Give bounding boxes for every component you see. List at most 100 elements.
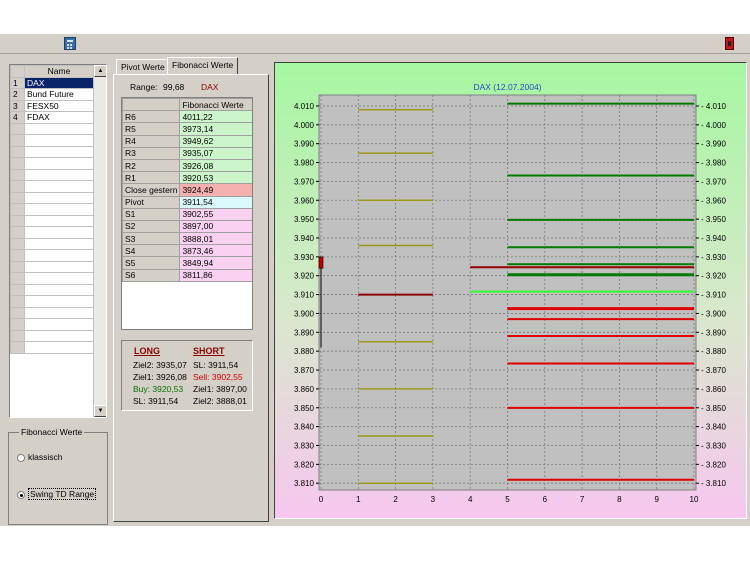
x-tick-label: 2 [393, 495, 398, 504]
y-tick-label-left: 3.870 [294, 366, 315, 375]
fib-row-value: 3849,94 [179, 256, 252, 270]
fib-row: R6 4011,22 [122, 110, 252, 124]
y-tick-label-left: 3.910 [294, 291, 315, 300]
list-header-name: Name [24, 65, 94, 78]
fib-row: S6 3811,86 [122, 268, 252, 282]
list-item[interactable]: 2 Bund Future [10, 88, 94, 101]
list-item-empty[interactable] [10, 214, 94, 227]
fib-row-value: 3811,86 [179, 268, 252, 282]
fib-row: R1 3920,53 [122, 171, 252, 185]
list-item-empty[interactable] [10, 145, 94, 158]
instrument-list[interactable]: Name 1 DAX 2 Bund Future 3 FESX50 4 FDAX ▲ ▼ [9, 64, 107, 418]
fib-row: S5 3849,94 [122, 256, 252, 270]
fib-row-label: S4 [122, 244, 181, 258]
list-item-empty[interactable] [10, 122, 94, 135]
x-tick-label: 4 [468, 495, 473, 504]
list-item-empty[interactable] [10, 329, 94, 342]
list-item-empty[interactable] [10, 226, 94, 239]
y-tick-label-left: 3.900 [294, 309, 315, 318]
fib-mode-group: Fibonacci Werte klassisch Swing TD Range [8, 427, 108, 525]
list-item-empty[interactable] [10, 260, 94, 273]
fib-row-label: R1 [122, 171, 181, 185]
fib-row-value: 3888,01 [179, 232, 252, 246]
calculator-icon[interactable] [64, 37, 76, 50]
tab-fibonacci-werte[interactable]: Fibonacci Werte [167, 57, 239, 75]
list-item-empty[interactable] [10, 180, 94, 193]
list-item-empty[interactable] [10, 306, 94, 319]
list-item[interactable]: 1 DAX [10, 76, 94, 89]
fib-row: Pivot 3911,54 [122, 195, 252, 209]
list-item-index: 4 [10, 111, 25, 124]
x-tick-label: 7 [580, 495, 585, 504]
y-tick-label-left: 4.000 [294, 121, 315, 130]
y-tick-label-right: - 3.940 [701, 234, 726, 243]
list-item[interactable]: 4 FDAX [10, 111, 94, 124]
y-tick-label-left: 3.950 [294, 215, 315, 224]
y-tick-label-left: 3.980 [294, 159, 315, 168]
fib-row-label: S1 [122, 207, 181, 221]
list-item[interactable]: 3 FESX50 [10, 99, 94, 112]
fib-row-value: 3973,14 [179, 122, 252, 136]
y-tick-label-right: - 3.920 [701, 272, 726, 281]
candle-body [318, 256, 324, 269]
y-tick-label-left: 3.890 [294, 328, 315, 337]
short-ziel1: Ziel1: 3897,00 [193, 384, 247, 394]
list-item-empty[interactable] [10, 168, 94, 181]
y-tick-label-right: - 3.840 [701, 423, 726, 432]
fib-row-label: R6 [122, 110, 181, 124]
list-corner [10, 65, 25, 78]
long-title: LONG [134, 346, 160, 356]
fib-row-value: 3902,55 [179, 207, 252, 221]
list-item-empty[interactable] [10, 341, 94, 354]
y-tick-label-left: 4.010 [294, 102, 315, 111]
tab-pivot-werte[interactable]: Pivot Werte [116, 59, 170, 74]
list-scrollbar[interactable]: ▲ ▼ [93, 65, 106, 417]
long-buy: Buy: 3920,53 [133, 384, 184, 394]
list-item-empty[interactable] [10, 272, 94, 285]
fib-row: R3 3935,07 [122, 146, 252, 160]
x-tick-label: 0 [319, 495, 324, 504]
exit-door-icon[interactable] [725, 37, 734, 50]
list-item-empty[interactable] [10, 237, 94, 250]
long-sl: SL: 3911,54 [133, 396, 179, 406]
radio-swing-td-range[interactable]: Swing TD Range [17, 488, 97, 500]
y-tick-label-left: 3.830 [294, 441, 315, 450]
y-tick-label-left: 3.930 [294, 253, 315, 262]
short-sl: SL: 3911,54 [193, 360, 239, 370]
list-item-empty[interactable] [10, 283, 94, 296]
fib-chart-panel: DAX (12.07.2004) 4.010 - 4.010 4.000 - 4.000… [274, 62, 747, 519]
chart-title: DAX (12.07.2004) [473, 82, 541, 92]
fib-row-value: 3924,49 [179, 183, 252, 197]
y-tick-label-right: - 3.960 [701, 196, 726, 205]
scroll-down-button[interactable]: ▼ [94, 405, 106, 417]
list-item-empty[interactable] [10, 157, 94, 170]
fib-row: S3 3888,01 [122, 232, 252, 246]
fib-row: R4 3949,62 [122, 134, 252, 148]
list-item-empty[interactable] [10, 295, 94, 308]
list-item-empty[interactable] [10, 318, 94, 331]
list-item-name: FESX50 [24, 99, 94, 112]
y-tick-label-right: - 3.890 [701, 328, 726, 337]
fib-row-label: R5 [122, 122, 181, 136]
y-tick-label-left: 3.840 [294, 423, 315, 432]
list-item-empty[interactable] [10, 191, 94, 204]
scroll-up-button[interactable]: ▲ [94, 65, 106, 77]
fib-row-value: 4011,22 [179, 110, 252, 124]
y-tick-label-right: - 3.820 [701, 460, 726, 469]
short-ziel2: Ziel2: 3888,01 [193, 396, 247, 406]
y-tick-label-left: 3.820 [294, 460, 315, 469]
radio-klassisch[interactable]: klassisch [17, 452, 62, 462]
x-tick-label: 9 [654, 495, 659, 504]
fib-row-label: R2 [122, 158, 181, 173]
list-item-empty[interactable] [10, 249, 94, 262]
list-item-name: Bund Future [24, 88, 94, 101]
fib-row-label: S6 [122, 268, 181, 282]
y-tick-label-right: - 3.930 [701, 253, 726, 262]
list-item-empty[interactable] [10, 134, 94, 147]
list-item-empty[interactable] [10, 203, 94, 216]
y-tick-label-right: - 3.990 [701, 140, 726, 149]
fib-row: S2 3897,00 [122, 219, 252, 234]
fib-row-label: Pivot [122, 195, 181, 209]
instrument-table: Name 1 DAX 2 Bund Future 3 FESX50 4 FDAX [10, 65, 94, 354]
y-tick-label-left: 3.880 [294, 347, 315, 356]
